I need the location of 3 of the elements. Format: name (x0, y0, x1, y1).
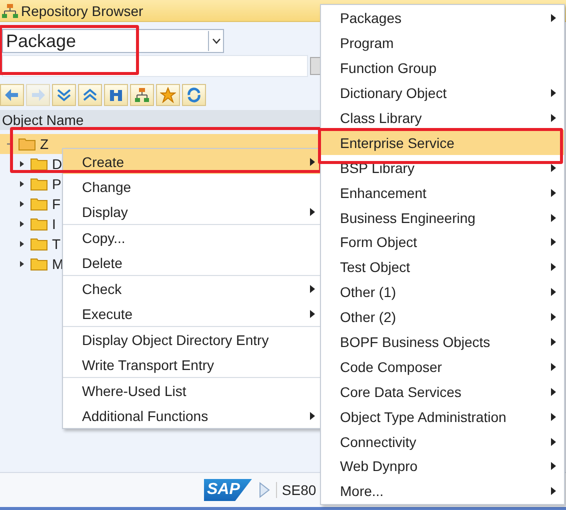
window-title: Repository Browser (21, 2, 144, 18)
sap-logo: SAP (204, 479, 252, 501)
transaction-code: SE80 (276, 482, 316, 498)
